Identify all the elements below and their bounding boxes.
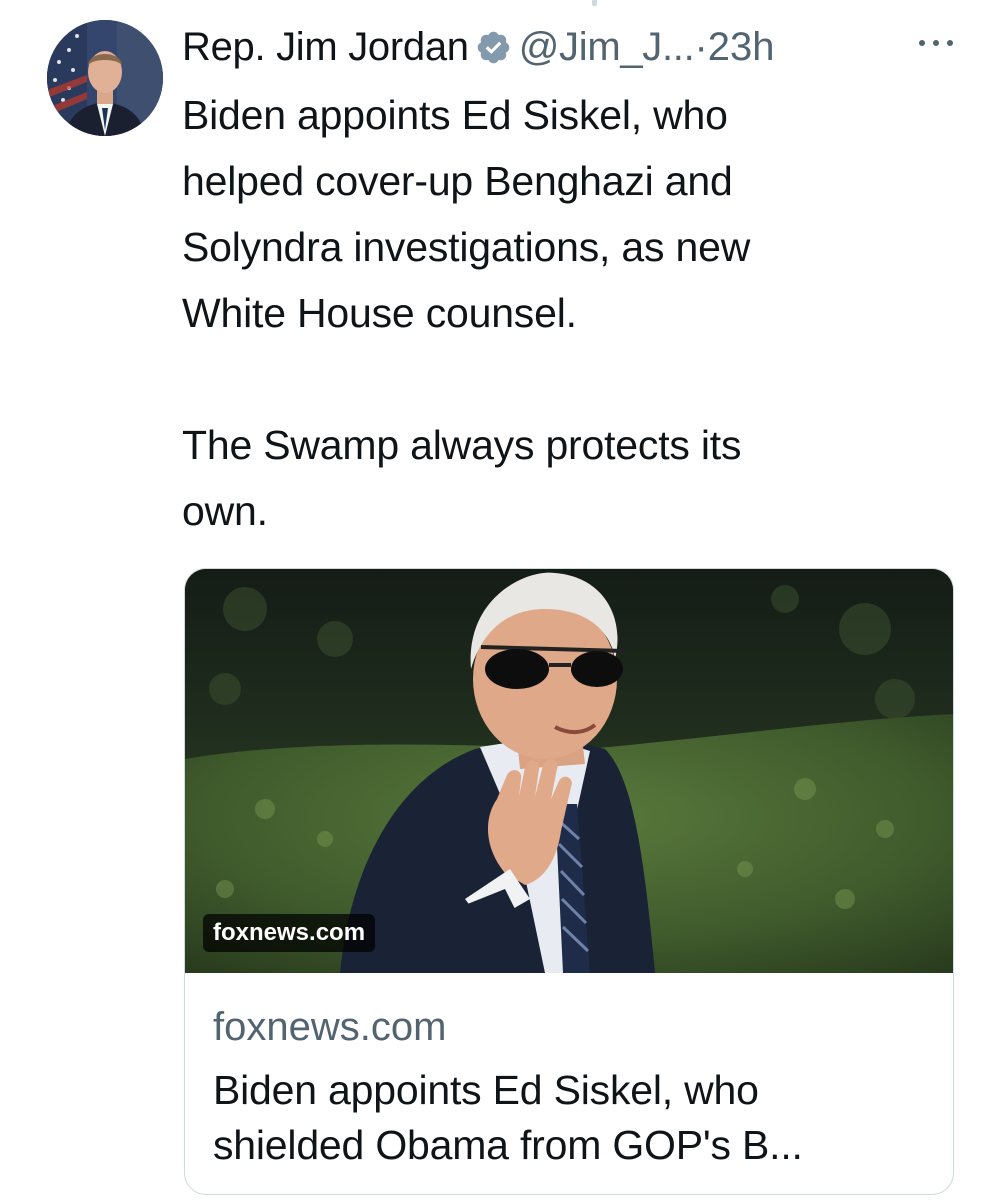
image-domain-badge: foxnews.com xyxy=(203,914,376,952)
verified-badge-icon[interactable] xyxy=(475,29,512,66)
link-card-domain: foxnews.com xyxy=(213,1005,447,1049)
link-card-title[interactable]: Biden appoints Ed Siskel, who shielded O… xyxy=(213,1063,933,1173)
tweet-header: Rep. Jim Jordan @Jim_J... · 23h xyxy=(182,22,972,72)
news-photo xyxy=(185,569,953,973)
avatar[interactable] xyxy=(47,20,163,136)
more-options-icon[interactable] xyxy=(917,36,955,50)
author-display-name[interactable]: Rep. Jim Jordan xyxy=(182,22,469,72)
thread-connector-line xyxy=(592,0,597,6)
link-preview-card[interactable]: foxnews.com foxnews.com Biden appoints E… xyxy=(184,568,954,1195)
separator-dot: · xyxy=(694,25,708,69)
author-handle[interactable]: @Jim_J... xyxy=(519,22,695,72)
link-card-image[interactable]: foxnews.com xyxy=(185,569,953,973)
tweet-timestamp[interactable]: 23h xyxy=(708,22,775,72)
avatar-photo xyxy=(47,20,163,136)
tweet-text: Biden appoints Ed Siskel, who helped cov… xyxy=(182,92,751,534)
